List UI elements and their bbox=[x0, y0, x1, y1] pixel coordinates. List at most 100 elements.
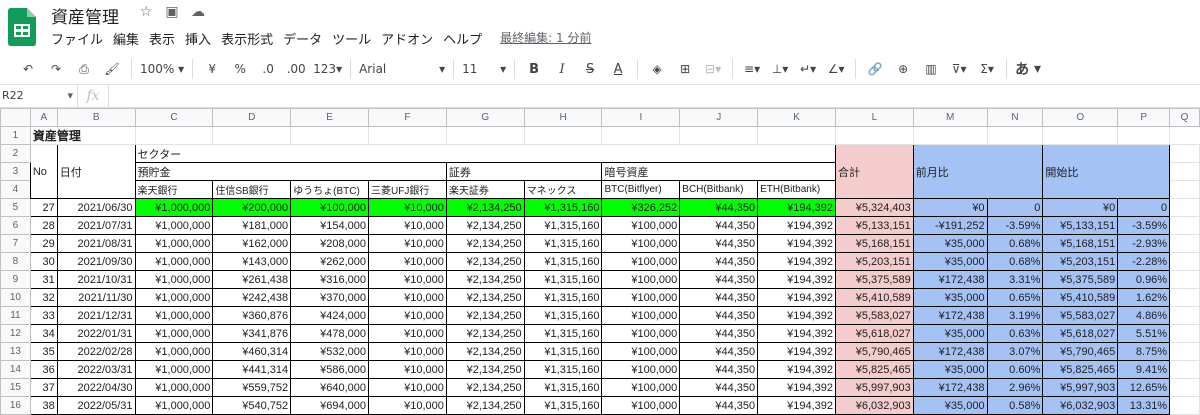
formula-input[interactable] bbox=[109, 85, 1200, 107]
row-header[interactable]: 7 bbox=[0, 234, 31, 253]
value-cell[interactable]: ¥640,000 bbox=[290, 378, 370, 397]
col-header-i[interactable]: I bbox=[601, 108, 681, 127]
value-cell[interactable]: ¥341,876 bbox=[212, 324, 292, 343]
since-start-cell[interactable]: ¥5,790,465 bbox=[1042, 342, 1119, 361]
row-header[interactable]: 13 bbox=[0, 342, 31, 361]
value-cell[interactable]: ¥194,392 bbox=[757, 378, 836, 397]
mom-cell[interactable]: ¥35,000 bbox=[912, 288, 988, 307]
value-cell[interactable]: ¥2,134,250 bbox=[445, 324, 525, 343]
value-cell[interactable]: ¥194,392 bbox=[757, 252, 836, 271]
date-cell[interactable]: 2022/02/28 bbox=[56, 342, 136, 361]
cell[interactable] bbox=[368, 126, 447, 145]
cell[interactable] bbox=[1169, 162, 1200, 181]
zoom-select[interactable]: 100% ▾ bbox=[137, 57, 187, 81]
date-cell[interactable]: 2022/04/30 bbox=[56, 378, 136, 397]
cell[interactable] bbox=[1169, 234, 1200, 253]
menu-data[interactable]: データ bbox=[283, 29, 322, 48]
date-cell[interactable]: 2022/01/31 bbox=[56, 324, 136, 343]
since-start-pct-cell[interactable]: 8.75% bbox=[1117, 342, 1171, 361]
mom-cell[interactable]: ¥172,438 bbox=[912, 342, 988, 361]
savings-header-cell[interactable]: 預貯金 bbox=[134, 162, 447, 181]
total-cell[interactable]: ¥5,790,465 bbox=[834, 342, 914, 361]
bold-button[interactable]: B bbox=[520, 57, 548, 81]
total-cell[interactable]: ¥5,133,151 bbox=[834, 216, 914, 235]
value-cell[interactable]: ¥100,000 bbox=[601, 288, 681, 307]
sheets-logo-icon[interactable] bbox=[8, 8, 36, 46]
value-cell[interactable]: ¥559,752 bbox=[212, 378, 292, 397]
menu-insert[interactable]: 挿入 bbox=[185, 29, 211, 48]
value-cell[interactable]: ¥2,134,250 bbox=[445, 342, 525, 361]
value-cell[interactable]: ¥2,134,250 bbox=[445, 234, 525, 253]
date-cell[interactable]: 2021/10/31 bbox=[56, 270, 136, 289]
since-start-cell[interactable]: ¥5,618,027 bbox=[1042, 324, 1119, 343]
cell[interactable] bbox=[1169, 360, 1200, 379]
row-header[interactable]: 1 bbox=[0, 126, 31, 145]
value-cell[interactable]: ¥100,000 bbox=[601, 270, 681, 289]
no-cell[interactable]: 34 bbox=[29, 324, 58, 343]
insert-chart-icon[interactable]: ▥ bbox=[917, 57, 945, 81]
since-start-pct-cell[interactable]: -2.28% bbox=[1117, 252, 1171, 271]
since-start-cell[interactable]: ¥5,583,027 bbox=[1042, 306, 1119, 325]
mom-header-cell[interactable]: 前月比 bbox=[912, 144, 1044, 199]
value-cell[interactable]: ¥200,000 bbox=[212, 198, 292, 217]
col-header-j[interactable]: J bbox=[679, 108, 759, 127]
document-title[interactable]: 資産管理 bbox=[51, 3, 119, 28]
since-start-pct-cell[interactable]: 0 bbox=[1117, 198, 1171, 217]
value-cell[interactable]: ¥194,392 bbox=[757, 270, 836, 289]
value-cell[interactable]: ¥261,438 bbox=[212, 270, 292, 289]
more-formats-button[interactable]: 123 ▾ bbox=[310, 57, 345, 81]
total-cell[interactable]: ¥5,203,151 bbox=[834, 252, 914, 271]
value-cell[interactable]: ¥194,392 bbox=[757, 216, 836, 235]
col-header-p[interactable]: P bbox=[1117, 108, 1171, 127]
sector-header-cell[interactable]: セクター bbox=[134, 144, 836, 163]
mom-cell[interactable]: ¥35,000 bbox=[912, 360, 988, 379]
cell[interactable] bbox=[834, 126, 914, 145]
total-cell[interactable]: ¥5,375,589 bbox=[834, 270, 914, 289]
value-cell[interactable]: ¥2,134,250 bbox=[445, 198, 525, 217]
value-cell[interactable]: ¥10,000 bbox=[368, 198, 447, 217]
since-start-pct-cell[interactable]: 9.41% bbox=[1117, 360, 1171, 379]
date-header-cell[interactable]: 日付 bbox=[56, 144, 136, 199]
cell[interactable] bbox=[1169, 306, 1200, 325]
format-currency-button[interactable]: ¥ bbox=[198, 57, 226, 81]
col-header-n[interactable]: N bbox=[986, 108, 1044, 127]
menu-edit[interactable]: 編集 bbox=[113, 29, 139, 48]
value-cell[interactable]: ¥100,000 bbox=[601, 342, 681, 361]
print-icon[interactable]: ⎙ bbox=[70, 57, 98, 81]
since-start-pct-cell[interactable]: 0.96% bbox=[1117, 270, 1171, 289]
sub-header-cell[interactable]: 楽天銀行 bbox=[134, 180, 214, 199]
cell[interactable] bbox=[290, 126, 370, 145]
value-cell[interactable]: ¥586,000 bbox=[290, 360, 370, 379]
value-cell[interactable]: ¥10,000 bbox=[368, 360, 447, 379]
value-cell[interactable]: ¥1,000,000 bbox=[134, 234, 214, 253]
row-header[interactable]: 8 bbox=[0, 252, 31, 271]
row-header[interactable]: 2 bbox=[0, 144, 31, 163]
row-header[interactable]: 4 bbox=[0, 180, 31, 199]
cell[interactable] bbox=[1169, 198, 1200, 217]
value-cell[interactable]: ¥1,000,000 bbox=[134, 198, 214, 217]
menu-file[interactable]: ファイル bbox=[51, 29, 103, 48]
cell[interactable] bbox=[1169, 144, 1200, 163]
value-cell[interactable]: ¥10,000 bbox=[368, 216, 447, 235]
name-box[interactable]: R22 ▾ bbox=[0, 85, 78, 107]
mom-cell[interactable]: ¥0 bbox=[912, 198, 988, 217]
value-cell[interactable]: ¥44,350 bbox=[679, 360, 759, 379]
value-cell[interactable]: ¥532,000 bbox=[290, 342, 370, 361]
decrease-decimal-button[interactable]: .0 bbox=[254, 57, 282, 81]
value-cell[interactable]: ¥1,000,000 bbox=[134, 342, 214, 361]
row-header[interactable]: 12 bbox=[0, 324, 31, 343]
value-cell[interactable]: ¥1,315,160 bbox=[523, 306, 603, 325]
value-cell[interactable]: ¥1,315,160 bbox=[523, 324, 603, 343]
sub-header-cell[interactable]: ETH(Bitbank) bbox=[757, 180, 836, 199]
value-cell[interactable]: ¥1,315,160 bbox=[523, 342, 603, 361]
redo-icon[interactable]: ↷ bbox=[42, 57, 70, 81]
row-header[interactable]: 9 bbox=[0, 270, 31, 289]
text-color-button[interactable]: A bbox=[604, 57, 632, 81]
move-folder-icon[interactable]: ▣ bbox=[164, 4, 180, 20]
value-cell[interactable]: ¥162,000 bbox=[212, 234, 292, 253]
value-cell[interactable]: ¥194,392 bbox=[757, 234, 836, 253]
insert-link-icon[interactable]: 🔗 bbox=[861, 57, 889, 81]
value-cell[interactable]: ¥1,315,160 bbox=[523, 216, 603, 235]
no-cell[interactable]: 37 bbox=[29, 378, 58, 397]
mom-cell[interactable]: ¥35,000 bbox=[912, 252, 988, 271]
